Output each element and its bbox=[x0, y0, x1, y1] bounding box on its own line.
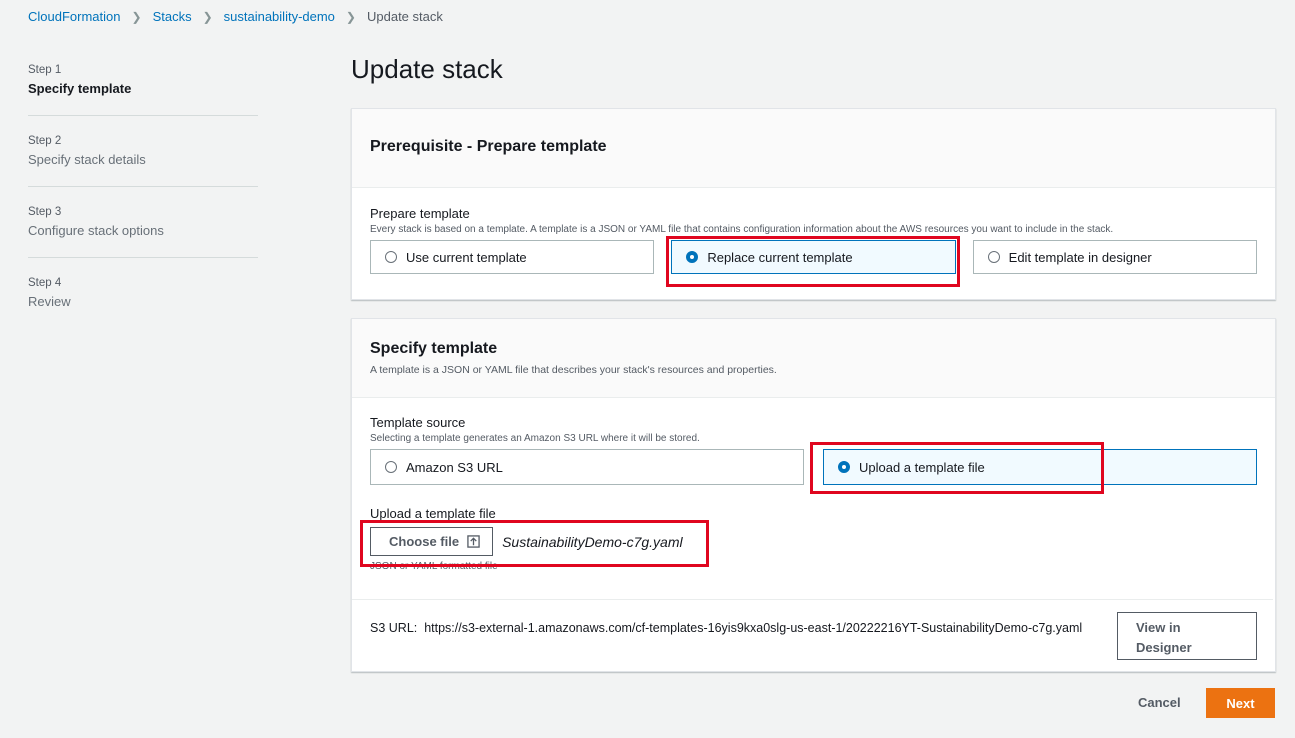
step-1: Step 1 Specify template bbox=[28, 64, 258, 116]
option-label: Replace current template bbox=[707, 249, 853, 265]
page-title: Update stack bbox=[351, 54, 503, 84]
view-in-designer-label-line2: Designer bbox=[1136, 640, 1192, 655]
option-label: Amazon S3 URL bbox=[406, 459, 503, 475]
prepare-template-options: Use current template Replace current tem… bbox=[370, 240, 1257, 274]
view-in-designer-label-line1: View in bbox=[1136, 620, 1181, 635]
panel-description: A template is a JSON or YAML file that d… bbox=[370, 364, 777, 376]
step-title: Specify template bbox=[28, 81, 132, 96]
breadcrumb-cloudformation[interactable]: CloudFormation bbox=[28, 9, 121, 24]
breadcrumb-current: Update stack bbox=[366, 9, 443, 24]
field-description: Every stack is based on a template. A te… bbox=[370, 224, 1114, 235]
radio-selected-icon[interactable] bbox=[686, 251, 699, 263]
option-use-current-template[interactable]: Use current template bbox=[370, 240, 655, 274]
cancel-button[interactable]: Cancel bbox=[1138, 695, 1181, 710]
panel-header: Prerequisite - Prepare template bbox=[352, 109, 1275, 188]
file-upload-row: Choose file SustainabilityDemo-c7g.yaml bbox=[370, 527, 1257, 556]
option-label: Use current template bbox=[406, 249, 527, 265]
chevron-right-icon: ❯ bbox=[131, 9, 142, 24]
panel-title: Prerequisite - Prepare template bbox=[370, 138, 607, 155]
chevron-right-icon: ❯ bbox=[202, 9, 213, 24]
radio-icon[interactable] bbox=[385, 461, 397, 473]
specify-template-panel: Specify template A template is a JSON or… bbox=[351, 318, 1276, 672]
option-replace-current-template[interactable]: Replace current template bbox=[671, 240, 956, 274]
step-4: Step 4 Review bbox=[28, 277, 258, 328]
s3-url-row: S3 URL: https://s3-external-1.amazonaws.… bbox=[352, 599, 1273, 672]
view-in-designer-button[interactable]: View in Designer bbox=[1117, 612, 1257, 660]
step-number: Step 2 bbox=[28, 135, 62, 147]
selected-file-name: SustainabilityDemo-c7g.yaml bbox=[502, 533, 683, 550]
panel-title: Specify template bbox=[370, 340, 498, 357]
field-description: Selecting a template generates an Amazon… bbox=[370, 433, 700, 444]
wizard-steps: Step 1 Specify template Step 2 Specify s… bbox=[28, 64, 258, 347]
option-edit-template-in-designer[interactable]: Edit template in designer bbox=[972, 240, 1257, 274]
step-title: Configure stack options bbox=[28, 223, 164, 238]
field-label: Template source bbox=[370, 415, 466, 430]
s3-url-text: S3 URL: https://s3-external-1.amazonaws.… bbox=[370, 618, 1115, 638]
panel-body: Template source Selecting a template gen… bbox=[352, 398, 1275, 572]
step-number: Step 3 bbox=[28, 206, 62, 218]
panel-body: Prepare template Every stack is based on… bbox=[352, 188, 1275, 274]
step-number: Step 4 bbox=[28, 277, 62, 289]
upload-icon bbox=[467, 535, 480, 548]
option-amazon-s3-url[interactable]: Amazon S3 URL bbox=[370, 449, 804, 485]
option-label: Upload a template file bbox=[859, 459, 985, 475]
chevron-right-icon: ❯ bbox=[345, 9, 356, 24]
radio-icon[interactable] bbox=[385, 251, 397, 263]
step-3: Step 3 Configure stack options bbox=[28, 206, 258, 258]
option-upload-template-file[interactable]: Upload a template file bbox=[823, 449, 1257, 485]
choose-file-label: Choose file bbox=[389, 534, 460, 549]
step-title: Review bbox=[28, 294, 71, 309]
panel-header: Specify template A template is a JSON or… bbox=[352, 319, 1275, 398]
breadcrumb: CloudFormation ❯ Stacks ❯ sustainability… bbox=[28, 9, 443, 24]
upload-hint: JSON or YAML formatted file bbox=[370, 561, 498, 572]
prerequisite-panel: Prerequisite - Prepare template Prepare … bbox=[351, 108, 1276, 300]
breadcrumb-stacks[interactable]: Stacks bbox=[153, 9, 192, 24]
radio-selected-icon[interactable] bbox=[838, 461, 850, 473]
next-button[interactable]: Next bbox=[1206, 688, 1275, 718]
choose-file-button[interactable]: Choose file bbox=[370, 527, 494, 556]
step-number: Step 1 bbox=[28, 64, 62, 76]
template-source-options: Amazon S3 URL Upload a template file bbox=[370, 449, 1257, 485]
option-label: Edit template in designer bbox=[1008, 249, 1152, 265]
step-2: Step 2 Specify stack details bbox=[28, 135, 258, 187]
field-label: Upload a template file bbox=[370, 506, 496, 521]
radio-icon[interactable] bbox=[987, 251, 1000, 263]
s3-url-label: S3 URL: bbox=[370, 621, 418, 635]
breadcrumb-stack-name[interactable]: sustainability-demo bbox=[224, 9, 335, 24]
step-title: Specify stack details bbox=[28, 152, 146, 167]
field-label: Prepare template bbox=[370, 206, 470, 221]
s3-url-value: https://s3-external-1.amazonaws.com/cf-t… bbox=[424, 621, 1083, 635]
